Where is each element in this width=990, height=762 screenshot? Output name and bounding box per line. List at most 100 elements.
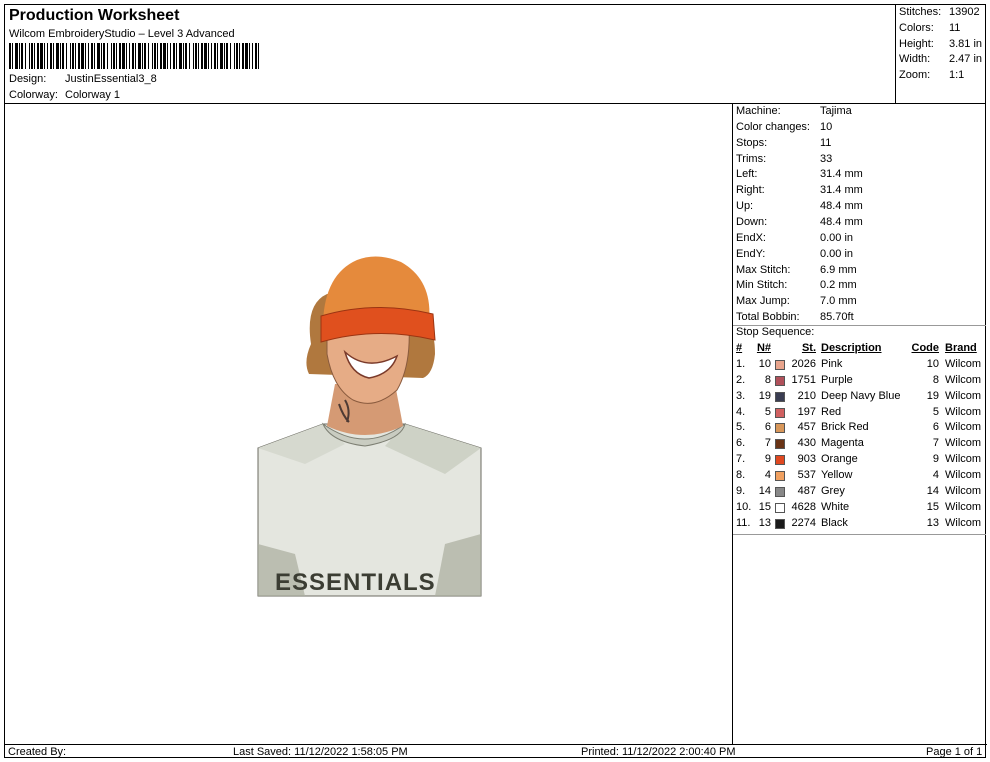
barcode-bar	[37, 43, 39, 69]
barcode-bar	[21, 43, 23, 69]
info-row: EndX: 0.00 in	[736, 232, 853, 244]
color-swatch	[775, 407, 785, 418]
barcode-bar	[9, 43, 11, 69]
created-by: Created By:	[8, 746, 67, 758]
color-description: Brick Red	[821, 421, 869, 434]
barcode-bar	[12, 43, 13, 69]
needle-number: 15	[758, 500, 771, 513]
divider	[733, 534, 986, 536]
barcode-bar	[220, 43, 223, 69]
row-number: 3.	[736, 389, 746, 402]
worksheet-footer: Created By: Last Saved: 11/12/2022 1:58:…	[5, 744, 987, 759]
barcode-bar	[138, 43, 141, 69]
info-row: Machine: Tajima	[736, 105, 852, 117]
row-number: 10.	[736, 500, 752, 513]
design-name: JustinEssential3_8	[65, 73, 157, 85]
color-swatch	[775, 486, 785, 497]
needle-number: 19	[758, 389, 771, 402]
barcode-bar	[160, 43, 162, 69]
barcode-bar	[97, 43, 100, 69]
barcode-bar	[56, 43, 59, 69]
info-value: Tajima	[820, 105, 852, 117]
table-row: 3. 19 210 Deep Navy Blue 19 Wilcom	[733, 390, 986, 406]
info-value: 48.4 mm	[820, 215, 863, 228]
thread-brand: Wilcom	[945, 389, 982, 402]
barcode-bar	[198, 43, 199, 69]
barcode-bar	[85, 43, 86, 69]
color-description: White	[821, 500, 850, 513]
thread-brand: Wilcom	[945, 468, 982, 481]
info-row: Min Stitch: 0.2 mm	[736, 279, 857, 291]
row-number: 1.	[736, 358, 746, 370]
design-canvas: ESSENTIALS	[5, 104, 733, 744]
worksheet-header: Production Worksheet Wilcom EmbroiderySt…	[5, 5, 896, 104]
summary-label: Zoom:	[899, 69, 931, 81]
info-row: Up: 48.4 mm	[736, 200, 863, 212]
color-swatch	[775, 375, 785, 386]
barcode-bar	[15, 43, 18, 69]
color-code: 5	[932, 405, 939, 418]
info-row: Max Stitch: 6.9 mm	[736, 264, 857, 276]
barcode-bar	[62, 43, 64, 69]
summary-label: Width:	[899, 53, 931, 65]
summary-value: 11	[949, 22, 961, 34]
table-row: 2. 8 1751 Purple 8 Wilcom	[733, 374, 986, 390]
info-value: 6.9 mm	[820, 263, 857, 276]
barcode-bar	[25, 43, 26, 69]
table-row: 7. 9 903 Orange 9 Wilcom	[733, 453, 986, 469]
barcode-bar	[154, 43, 156, 69]
info-row: Stops: 11	[736, 137, 831, 149]
barcode-bar	[144, 43, 146, 69]
barcode-bar	[236, 43, 238, 69]
summary-value: 2.47 in	[949, 53, 983, 65]
barcode-bar	[50, 43, 52, 69]
barcode-bar	[255, 43, 257, 69]
table-row: 5. 6 457 Brick Red 6 Wilcom	[733, 421, 986, 437]
info-row: Total Bobbin: 85.70ft	[736, 311, 854, 323]
barcode-bar	[224, 43, 225, 69]
summary-value: 3.81 in	[949, 38, 983, 50]
table-row: 1. 10 2026 Pink 10 Wilcom	[733, 358, 986, 374]
barcode-bar	[183, 43, 184, 69]
needle-number: 13	[758, 516, 771, 529]
barcode	[9, 43, 259, 69]
barcode-bar	[249, 43, 250, 69]
barcode-bar	[230, 43, 231, 69]
barcode-bar	[214, 43, 216, 69]
column-header-st: St.	[801, 342, 816, 354]
info-row: Right: 31.4 mm	[736, 184, 863, 196]
column-header-n: N#	[756, 342, 771, 354]
color-code: 10	[926, 358, 939, 370]
needle-number: 6	[764, 421, 771, 434]
info-row: EndY: 0.00 in	[736, 248, 853, 260]
needle-number: 10	[758, 358, 771, 370]
barcode-bar	[103, 43, 105, 69]
barcode-bar	[226, 43, 228, 69]
barcode-bar	[152, 43, 153, 69]
summary-value: 13902	[949, 6, 980, 18]
stop-sequence-title: Stop Sequence:	[736, 326, 815, 338]
barcode-bar	[53, 43, 54, 69]
barcode-bar	[201, 43, 203, 69]
barcode-bar	[88, 43, 89, 69]
thread-brand: Wilcom	[945, 500, 982, 513]
barcode-bar	[189, 43, 190, 69]
stitch-count: 537	[797, 468, 816, 481]
info-label: Stops:	[736, 136, 768, 149]
barcode-bar	[72, 43, 74, 69]
barcode-bar	[179, 43, 182, 69]
color-swatch	[775, 455, 785, 466]
row-number: 11.	[736, 516, 751, 529]
summary-width: Width: 2.47 in	[899, 53, 982, 65]
summary-label: Stitches:	[899, 6, 942, 18]
summary-value: 1:1	[949, 69, 965, 81]
column-header-code: Code	[911, 342, 940, 354]
needle-number: 7	[764, 437, 771, 450]
info-row: Down: 48.4 mm	[736, 216, 863, 228]
summary-label: Height:	[899, 38, 934, 50]
barcode-bar	[185, 43, 187, 69]
barcode-bar	[142, 43, 143, 69]
info-value: 31.4 mm	[820, 184, 863, 197]
info-value: 48.4 mm	[820, 200, 863, 213]
info-value: 11	[820, 136, 832, 149]
